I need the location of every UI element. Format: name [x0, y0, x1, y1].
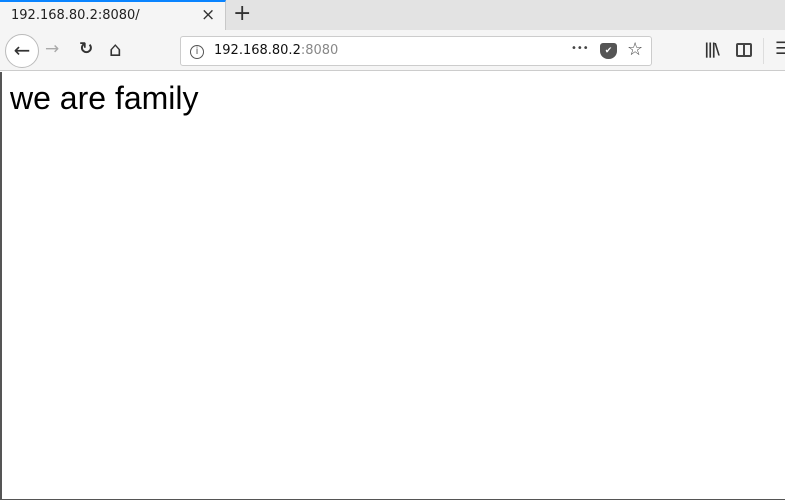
- url-bar[interactable]: i 192.168.80.2:8080 ••• ✔ ☆: [180, 36, 652, 66]
- tab-title: 192.168.80.2:8080/: [11, 8, 140, 23]
- page-heading: we are family: [10, 80, 199, 116]
- url-text: 192.168.80.2:8080: [214, 43, 339, 58]
- home-button[interactable]: ⌂: [109, 37, 122, 61]
- page-content: we are family: [0, 72, 785, 500]
- menu-icon[interactable]: ☰: [775, 39, 785, 59]
- tab-active[interactable]: 192.168.80.2:8080/ ×: [0, 0, 226, 31]
- more-icon[interactable]: •••: [571, 43, 589, 54]
- star-icon[interactable]: ☆: [627, 39, 643, 60]
- forward-button[interactable]: →: [45, 39, 59, 59]
- toolbar-separator: [763, 38, 764, 64]
- pocket-icon[interactable]: ✔: [600, 43, 617, 59]
- close-icon[interactable]: ×: [201, 5, 215, 25]
- new-tab-button[interactable]: +: [233, 1, 251, 26]
- nav-toolbar: ← → ↻ ⌂ i 192.168.80.2:8080 ••• ✔ ☆ |||\…: [0, 30, 785, 71]
- sidebar-icon[interactable]: [736, 43, 752, 57]
- reload-button[interactable]: ↻: [79, 39, 93, 59]
- tab-strip: 192.168.80.2:8080/ × +: [0, 0, 785, 31]
- back-button[interactable]: ←: [5, 34, 39, 68]
- library-icon[interactable]: |||\: [704, 40, 720, 58]
- info-icon[interactable]: i: [190, 45, 204, 59]
